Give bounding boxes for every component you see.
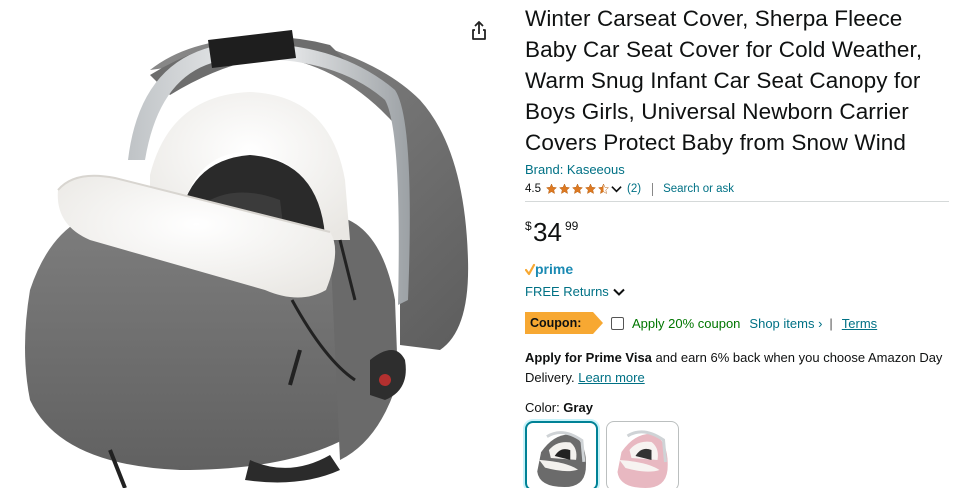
divider (652, 182, 654, 196)
prime-logo: prime (525, 262, 573, 277)
prime-visa-title: Apply for Prime Visa (525, 350, 652, 365)
terms-link[interactable]: Terms (842, 316, 877, 331)
coupon-checkbox[interactable] (611, 316, 624, 330)
product-details: Winter Carseat Cover, Sherpa Fleece Baby… (525, 0, 950, 488)
shop-items-link[interactable]: Shop items › (749, 316, 822, 331)
color-swatches (525, 421, 950, 488)
swatch-pink-image (617, 430, 668, 488)
swatch-gray-image (537, 431, 586, 488)
rating-value: 4.5 (525, 183, 541, 195)
star-half-icon (597, 183, 610, 195)
chevron-down-icon[interactable] (611, 184, 622, 194)
prime-text: prime (535, 262, 573, 277)
section-divider (525, 201, 949, 202)
swatch-pink[interactable] (606, 421, 679, 488)
star-icon (558, 183, 571, 195)
learn-more-link[interactable]: Learn more (578, 370, 644, 385)
brand-link[interactable]: Brand: Kaseeous (525, 162, 950, 178)
free-returns-label[interactable]: FREE Returns (525, 284, 609, 300)
rating-row: 4.5 (2) Search or ask (525, 182, 950, 196)
price: $ 34 99 (525, 217, 950, 247)
star-icon (584, 183, 597, 195)
star-icon (545, 183, 558, 195)
search-or-ask-link[interactable]: Search or ask (663, 182, 734, 196)
coupon-text[interactable]: Apply 20% coupon (632, 316, 740, 331)
star-rating[interactable] (545, 183, 627, 195)
price-currency: $ (525, 219, 532, 233)
share-icon[interactable] (466, 18, 492, 44)
product-image[interactable] (0, 0, 500, 488)
chevron-down-icon[interactable] (613, 287, 625, 297)
color-label: Color: (525, 400, 564, 415)
coupon-row: Coupon: Apply 20% coupon Shop items › | … (525, 312, 950, 334)
star-icon (571, 183, 584, 195)
color-selected-value: Gray (563, 400, 593, 415)
free-returns[interactable]: FREE Returns (525, 284, 950, 300)
prime-visa-offer: Apply for Prime Visa and earn 6% back wh… (525, 348, 950, 388)
coupon-badge: Coupon: (525, 312, 603, 334)
price-whole: 34 (533, 217, 562, 247)
product-title: Winter Carseat Cover, Sherpa Fleece Baby… (525, 6, 923, 155)
color-selector: Color: Gray (525, 400, 950, 488)
rating-count[interactable]: (2) (627, 182, 641, 196)
price-fraction: 99 (565, 219, 579, 233)
coupon-separator: | (829, 315, 833, 331)
swatch-gray[interactable] (525, 421, 598, 488)
